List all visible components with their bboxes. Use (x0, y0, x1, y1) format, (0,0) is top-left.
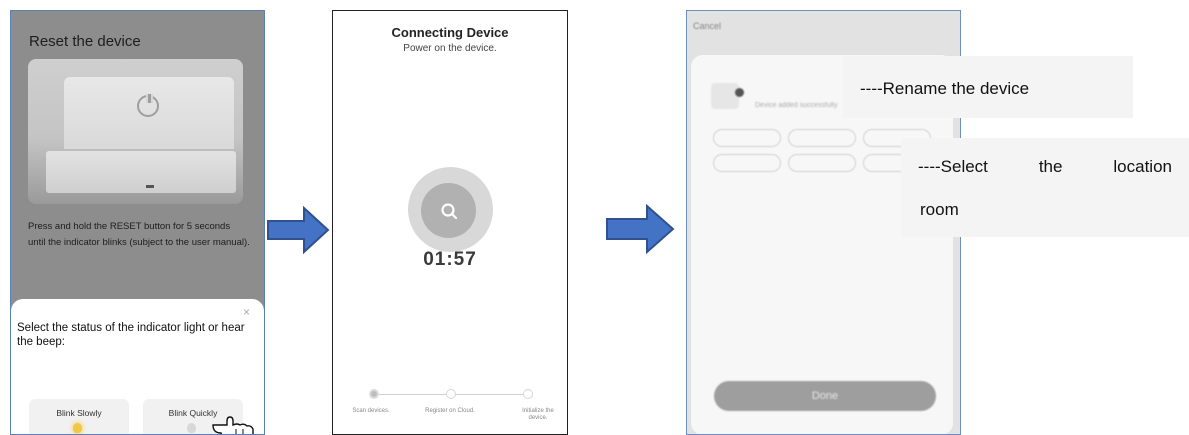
room-chip[interactable] (788, 129, 856, 147)
blink-slowly-option[interactable]: Blink Slowly (29, 399, 129, 434)
location-annotation-line2: room (920, 200, 959, 219)
step-indicator (446, 389, 456, 399)
countdown-timer: 01:57 (423, 249, 477, 270)
annotation-word: location (1113, 157, 1172, 176)
cancel-button[interactable]: Cancel (693, 21, 721, 31)
room-chip[interactable] (713, 129, 781, 147)
connecting-device-screen: Connecting Device Power on the device. 0… (332, 10, 568, 435)
screen-subtitle: Power on the device. (403, 43, 497, 54)
rename-annotation: ----Rename the device (860, 79, 1030, 98)
flow-arrow-right (267, 206, 330, 254)
done-button[interactable]: Done (714, 381, 936, 411)
device-base (46, 151, 236, 193)
step-indicator-active (369, 389, 379, 399)
step-indicator (523, 389, 533, 399)
annotation-word: the (1038, 157, 1063, 176)
device-icon (711, 83, 739, 109)
search-icon (441, 203, 458, 220)
location-annotation-box (901, 138, 1189, 237)
step-label-register: Register on Cloud. (425, 408, 475, 414)
option-label: Blink Slowly (56, 408, 102, 418)
indicator-status-sheet: × Select the status of the indicator lig… (11, 299, 264, 434)
power-icon (137, 94, 159, 117)
location-annotation-line1: ----Select the location (918, 157, 1172, 177)
room-chip[interactable] (713, 154, 781, 172)
device-indicator-light (146, 185, 154, 188)
close-icon[interactable]: × (243, 305, 250, 319)
flow-arrow-right (606, 204, 675, 254)
screen-title: Connecting Device (391, 25, 509, 40)
step-label-scan: Scan devices. (352, 408, 390, 414)
device-photo (28, 59, 243, 204)
pointing-hand-icon (212, 416, 254, 434)
device-added-message: Device added successfully (755, 102, 838, 109)
screen-title: Reset the device (29, 33, 141, 50)
annotation-word: ----Select (918, 157, 988, 176)
step-label-initialize: Initialize the device. (522, 408, 554, 421)
unlit-bulb-icon (187, 423, 196, 433)
sheet-prompt: Select the status of the indicator light… (17, 322, 245, 348)
reset-device-screen: Reset the device Press and hold the RESE… (10, 10, 265, 435)
room-chip[interactable] (788, 154, 856, 172)
lit-bulb-icon (73, 423, 82, 433)
reset-instructions: Press and hold the RESET button for 5 se… (28, 221, 250, 248)
device-icon-badge (735, 88, 744, 97)
